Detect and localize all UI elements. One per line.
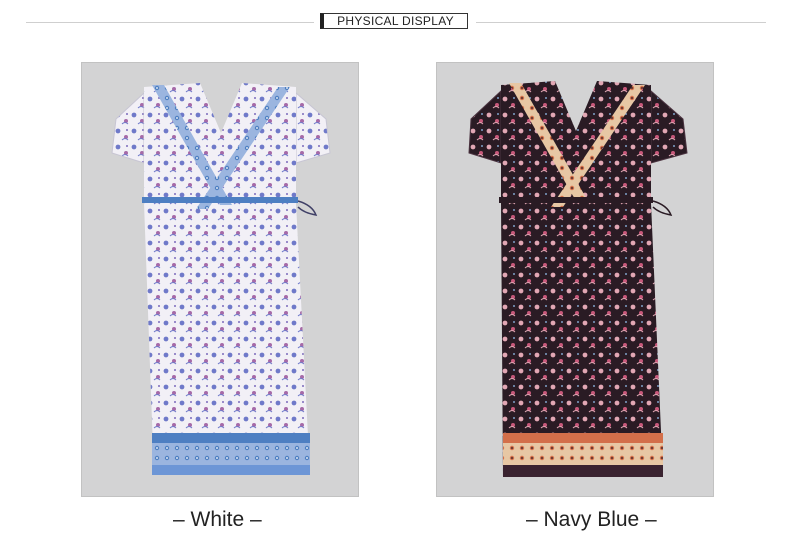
color-caption-navy-blue: – Navy Blue – (526, 508, 657, 531)
product-photo-navy-dress (436, 62, 714, 497)
product-photo-white-dress (81, 62, 359, 497)
navy-dress-image (468, 81, 688, 477)
color-caption-white: – White – (173, 508, 262, 531)
white-dress-image (111, 83, 331, 475)
header-divider-right (476, 22, 766, 23)
section-title: PHYSICAL DISPLAY (320, 13, 468, 29)
header-divider-left (26, 22, 314, 23)
